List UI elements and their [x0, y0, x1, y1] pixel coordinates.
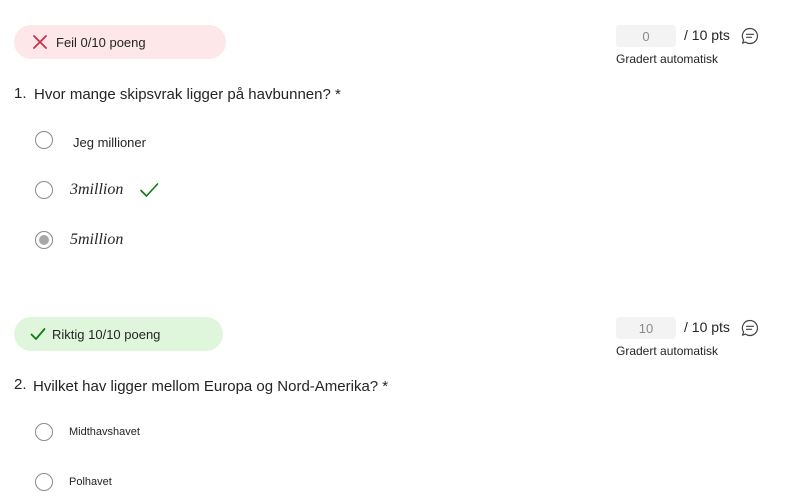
- quiz-results-page: Feil 0/10 poeng / 10 pts Gradert automat…: [0, 0, 787, 502]
- correct-answer-checkmark-icon: [139, 182, 159, 198]
- result-badge-correct: Riktig 10/10 poeng: [14, 317, 223, 351]
- points-total: / 10 pts: [684, 27, 730, 43]
- option-radio-selected[interactable]: [35, 231, 53, 249]
- option-radio[interactable]: [35, 131, 53, 149]
- graded-label: Gradert automatisk: [616, 344, 719, 358]
- points-total: / 10 pts: [684, 319, 730, 335]
- x-icon: [32, 34, 48, 50]
- result-badge-text: Feil 0/10 poeng: [56, 34, 146, 50]
- option-label: 3million: [70, 181, 124, 198]
- option-label: Midthavshavet: [69, 426, 140, 438]
- question-number: 1.: [14, 85, 27, 102]
- option-label: Polhavet: [69, 476, 112, 488]
- graded-label: Gradert automatisk: [616, 52, 719, 66]
- score-input[interactable]: [616, 317, 676, 339]
- checkmark-icon: [30, 326, 46, 342]
- question-text: Hvor mange skipsvrak ligger på havbunnen…: [34, 86, 341, 103]
- result-badge-text: Riktig 10/10 poeng: [52, 326, 161, 342]
- option-radio[interactable]: [35, 473, 53, 491]
- option-radio[interactable]: [35, 181, 53, 199]
- question-number: 2.: [14, 376, 27, 393]
- comment-icon[interactable]: [741, 319, 759, 337]
- score-input[interactable]: [616, 25, 676, 47]
- option-label: 5million: [70, 231, 124, 248]
- comment-icon[interactable]: [741, 27, 759, 45]
- option-radio[interactable]: [35, 423, 53, 441]
- question-text: Hvilket hav ligger mellom Europa og Nord…: [33, 378, 389, 395]
- result-badge-wrong: Feil 0/10 poeng: [14, 25, 226, 59]
- option-label: Jeg millioner: [73, 135, 146, 150]
